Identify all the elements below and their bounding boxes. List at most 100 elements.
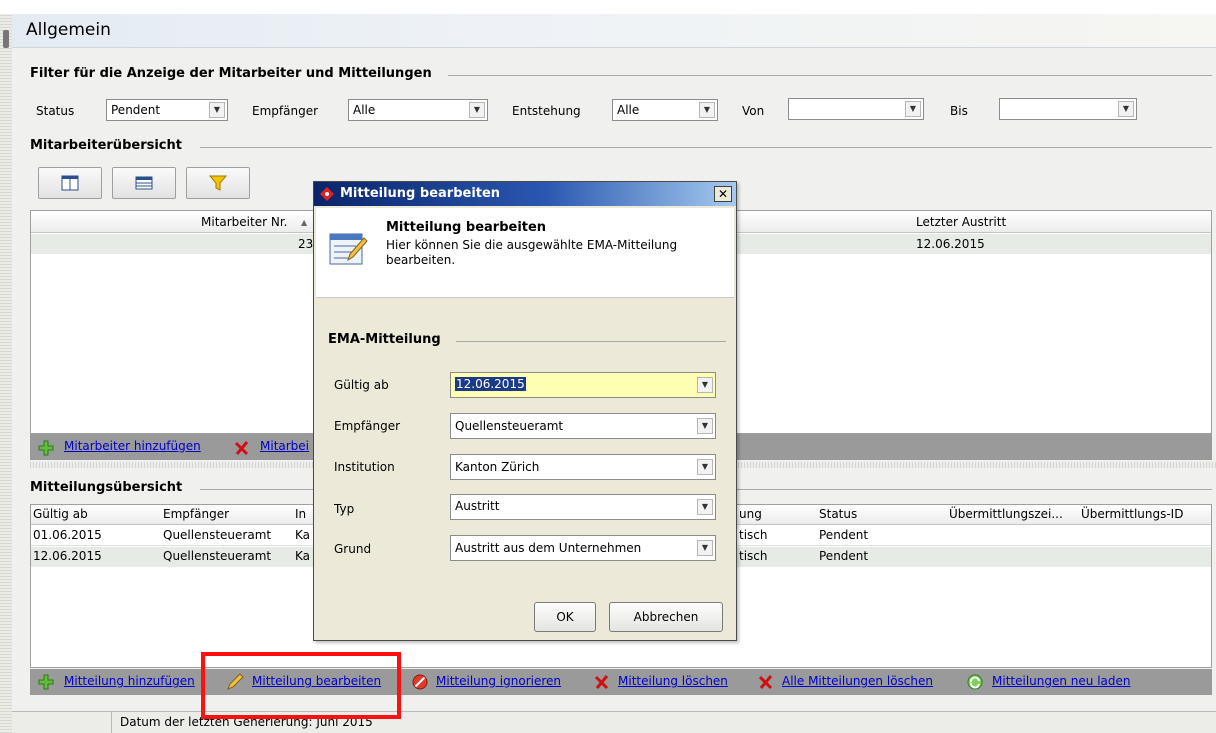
filter-button[interactable]	[186, 167, 250, 199]
ema-separator	[456, 341, 726, 342]
edit-form-icon	[329, 233, 368, 265]
cell-empfaenger: Quellensteueramt	[163, 528, 272, 542]
column-header-entstehung[interactable]: ung	[739, 507, 762, 521]
chevron-down-icon[interactable]: ▼	[697, 540, 713, 556]
app-diamond-icon	[320, 187, 334, 201]
column-header-uebermittlungszeitpunkt[interactable]: Übermittlungszei...	[949, 507, 1063, 521]
chevron-down-icon[interactable]: ▼	[697, 499, 713, 515]
empfaenger-field-value: Quellensteueramt	[455, 419, 564, 433]
cell-institution: Ka	[295, 528, 311, 542]
chevron-down-icon[interactable]: ▼	[697, 418, 713, 434]
von-date-field[interactable]: ▼	[788, 98, 924, 120]
cancel-button[interactable]: Abbrechen	[609, 602, 723, 632]
grund-combo[interactable]: Austritt aus dem Unternehmen ▼	[450, 535, 716, 561]
cell-status: Pendent	[819, 549, 869, 563]
column-header-institution[interactable]: In	[295, 507, 306, 521]
cell-letzter-austritt: 12.06.2015	[916, 237, 985, 251]
dialog-title: Mitteilung bearbeiten	[340, 186, 501, 201]
grip-knob[interactable]	[3, 30, 9, 48]
typ-label: Typ	[334, 502, 355, 516]
ignore-message-link[interactable]: Mitteilung ignorieren	[436, 674, 561, 688]
bis-date-field[interactable]: ▼	[999, 98, 1137, 120]
status-value: Pendent	[111, 103, 161, 117]
add-employee-link[interactable]: Mitarbeiter hinzufügen	[64, 439, 201, 453]
column-header-gueltig-ab[interactable]: Gültig ab	[33, 507, 88, 521]
empfaenger-value: Alle	[353, 103, 376, 117]
table-icon	[135, 176, 153, 190]
status-bar: Datum der letzten Generierung: Juni 2015	[12, 711, 1216, 733]
top-strip	[0, 0, 1216, 14]
cell-institution: Ka	[295, 549, 311, 563]
plus-icon	[38, 674, 54, 690]
columns-icon	[61, 175, 79, 191]
filter-section-title: Filter für die Anzeige der Mitarbeiter u…	[30, 66, 432, 81]
typ-value: Austritt	[455, 499, 500, 513]
entstehung-combo[interactable]: Alle ▼	[612, 99, 718, 121]
grund-label: Grund	[334, 542, 372, 556]
von-label: Von	[742, 104, 765, 118]
grund-value: Austritt aus dem Unternehmen	[455, 541, 642, 555]
chevron-down-icon[interactable]: ▼	[697, 459, 713, 475]
cell-entstehung: tisch	[739, 528, 768, 542]
status-bar-cell	[12, 712, 112, 733]
column-header-letzter-austritt[interactable]: Letzter Austritt	[916, 215, 1006, 229]
chevron-down-icon[interactable]: ▼	[209, 102, 225, 118]
chevron-down-icon[interactable]: ▼	[469, 102, 485, 118]
chevron-down-icon[interactable]: ▼	[905, 101, 921, 117]
remove-employee-link[interactable]: Mitarbei	[260, 439, 309, 453]
table-button[interactable]	[112, 167, 176, 199]
x-icon	[758, 675, 773, 690]
empfaenger-label: Empfänger	[252, 104, 319, 118]
cell-status: Pendent	[819, 528, 869, 542]
column-header-empfaenger[interactable]: Empfänger	[163, 507, 229, 521]
dialog-title-bar[interactable]: Mitteilung bearbeiten ✕	[314, 182, 736, 206]
dialog-header: Mitteilung bearbeiten Hier können Sie di…	[316, 208, 734, 298]
institution-value: Kanton Zürich	[455, 460, 540, 474]
chevron-down-icon[interactable]: ▼	[1118, 101, 1134, 117]
left-resize-grip[interactable]	[0, 14, 12, 733]
cell-empfaenger: Quellensteueramt	[163, 549, 272, 563]
panel-title: Allgemein	[26, 20, 111, 40]
refresh-icon	[967, 674, 983, 690]
cell-mitarbeiter-nr: 23	[298, 237, 314, 251]
reload-messages-link[interactable]: Mitteilungen neu laden	[992, 674, 1130, 688]
edit-message-dialog: Mitteilung bearbeiten ✕ Mitteilung bearb…	[313, 181, 737, 641]
empfaenger-combo[interactable]: Alle ▼	[348, 99, 488, 121]
dialog-header-title: Mitteilung bearbeiten	[386, 220, 547, 235]
delete-all-messages-link[interactable]: Alle Mitteilungen löschen	[782, 674, 933, 688]
columns-button[interactable]	[38, 167, 102, 199]
gueltig-ab-date-field[interactable]: 12.06.2015 ▼	[450, 372, 716, 398]
x-icon	[594, 675, 609, 690]
messages-section-title: Mitteilungsübersicht	[30, 480, 183, 495]
gueltig-ab-value: 12.06.2015	[455, 377, 526, 391]
employees-separator	[200, 147, 1212, 148]
chevron-down-icon[interactable]: ▼	[697, 377, 713, 393]
cell-gueltig-ab: 01.06.2015	[33, 528, 102, 542]
column-header-mitarbeiter-nr[interactable]: Mitarbeiter Nr.	[201, 215, 287, 229]
sort-arrow-icon: ▲	[301, 218, 308, 227]
empfaenger-field-label: Empfänger	[334, 419, 401, 433]
ok-button[interactable]: OK	[534, 602, 596, 632]
entstehung-value: Alle	[617, 103, 640, 117]
close-icon[interactable]: ✕	[714, 186, 732, 202]
ema-section-title: EMA-Mitteilung	[328, 332, 441, 347]
panel-title-bar: Allgemein	[12, 14, 1216, 48]
column-header-status[interactable]: Status	[819, 507, 857, 521]
empfaenger-field-combo[interactable]: Quellensteueramt ▼	[450, 413, 716, 439]
column-header-uebermittlungs-id[interactable]: Übermittlungs-ID	[1081, 507, 1183, 521]
chevron-down-icon[interactable]: ▼	[699, 102, 715, 118]
typ-combo[interactable]: Austritt ▼	[450, 494, 716, 520]
plus-icon	[38, 440, 54, 456]
status-combo[interactable]: Pendent ▼	[106, 99, 228, 121]
entstehung-label: Entstehung	[512, 104, 581, 118]
dialog-header-description: Hier können Sie die ausgewählte EMA-Mitt…	[386, 238, 678, 267]
filter-icon	[209, 175, 227, 191]
bis-label: Bis	[950, 104, 968, 118]
add-message-link[interactable]: Mitteilung hinzufügen	[64, 674, 195, 688]
filter-separator	[448, 75, 1212, 76]
institution-label: Institution	[334, 460, 395, 474]
institution-combo[interactable]: Kanton Zürich ▼	[450, 454, 716, 480]
delete-message-link[interactable]: Mitteilung löschen	[618, 674, 728, 688]
status-label: Status	[36, 104, 75, 118]
highlight-box	[201, 652, 401, 719]
